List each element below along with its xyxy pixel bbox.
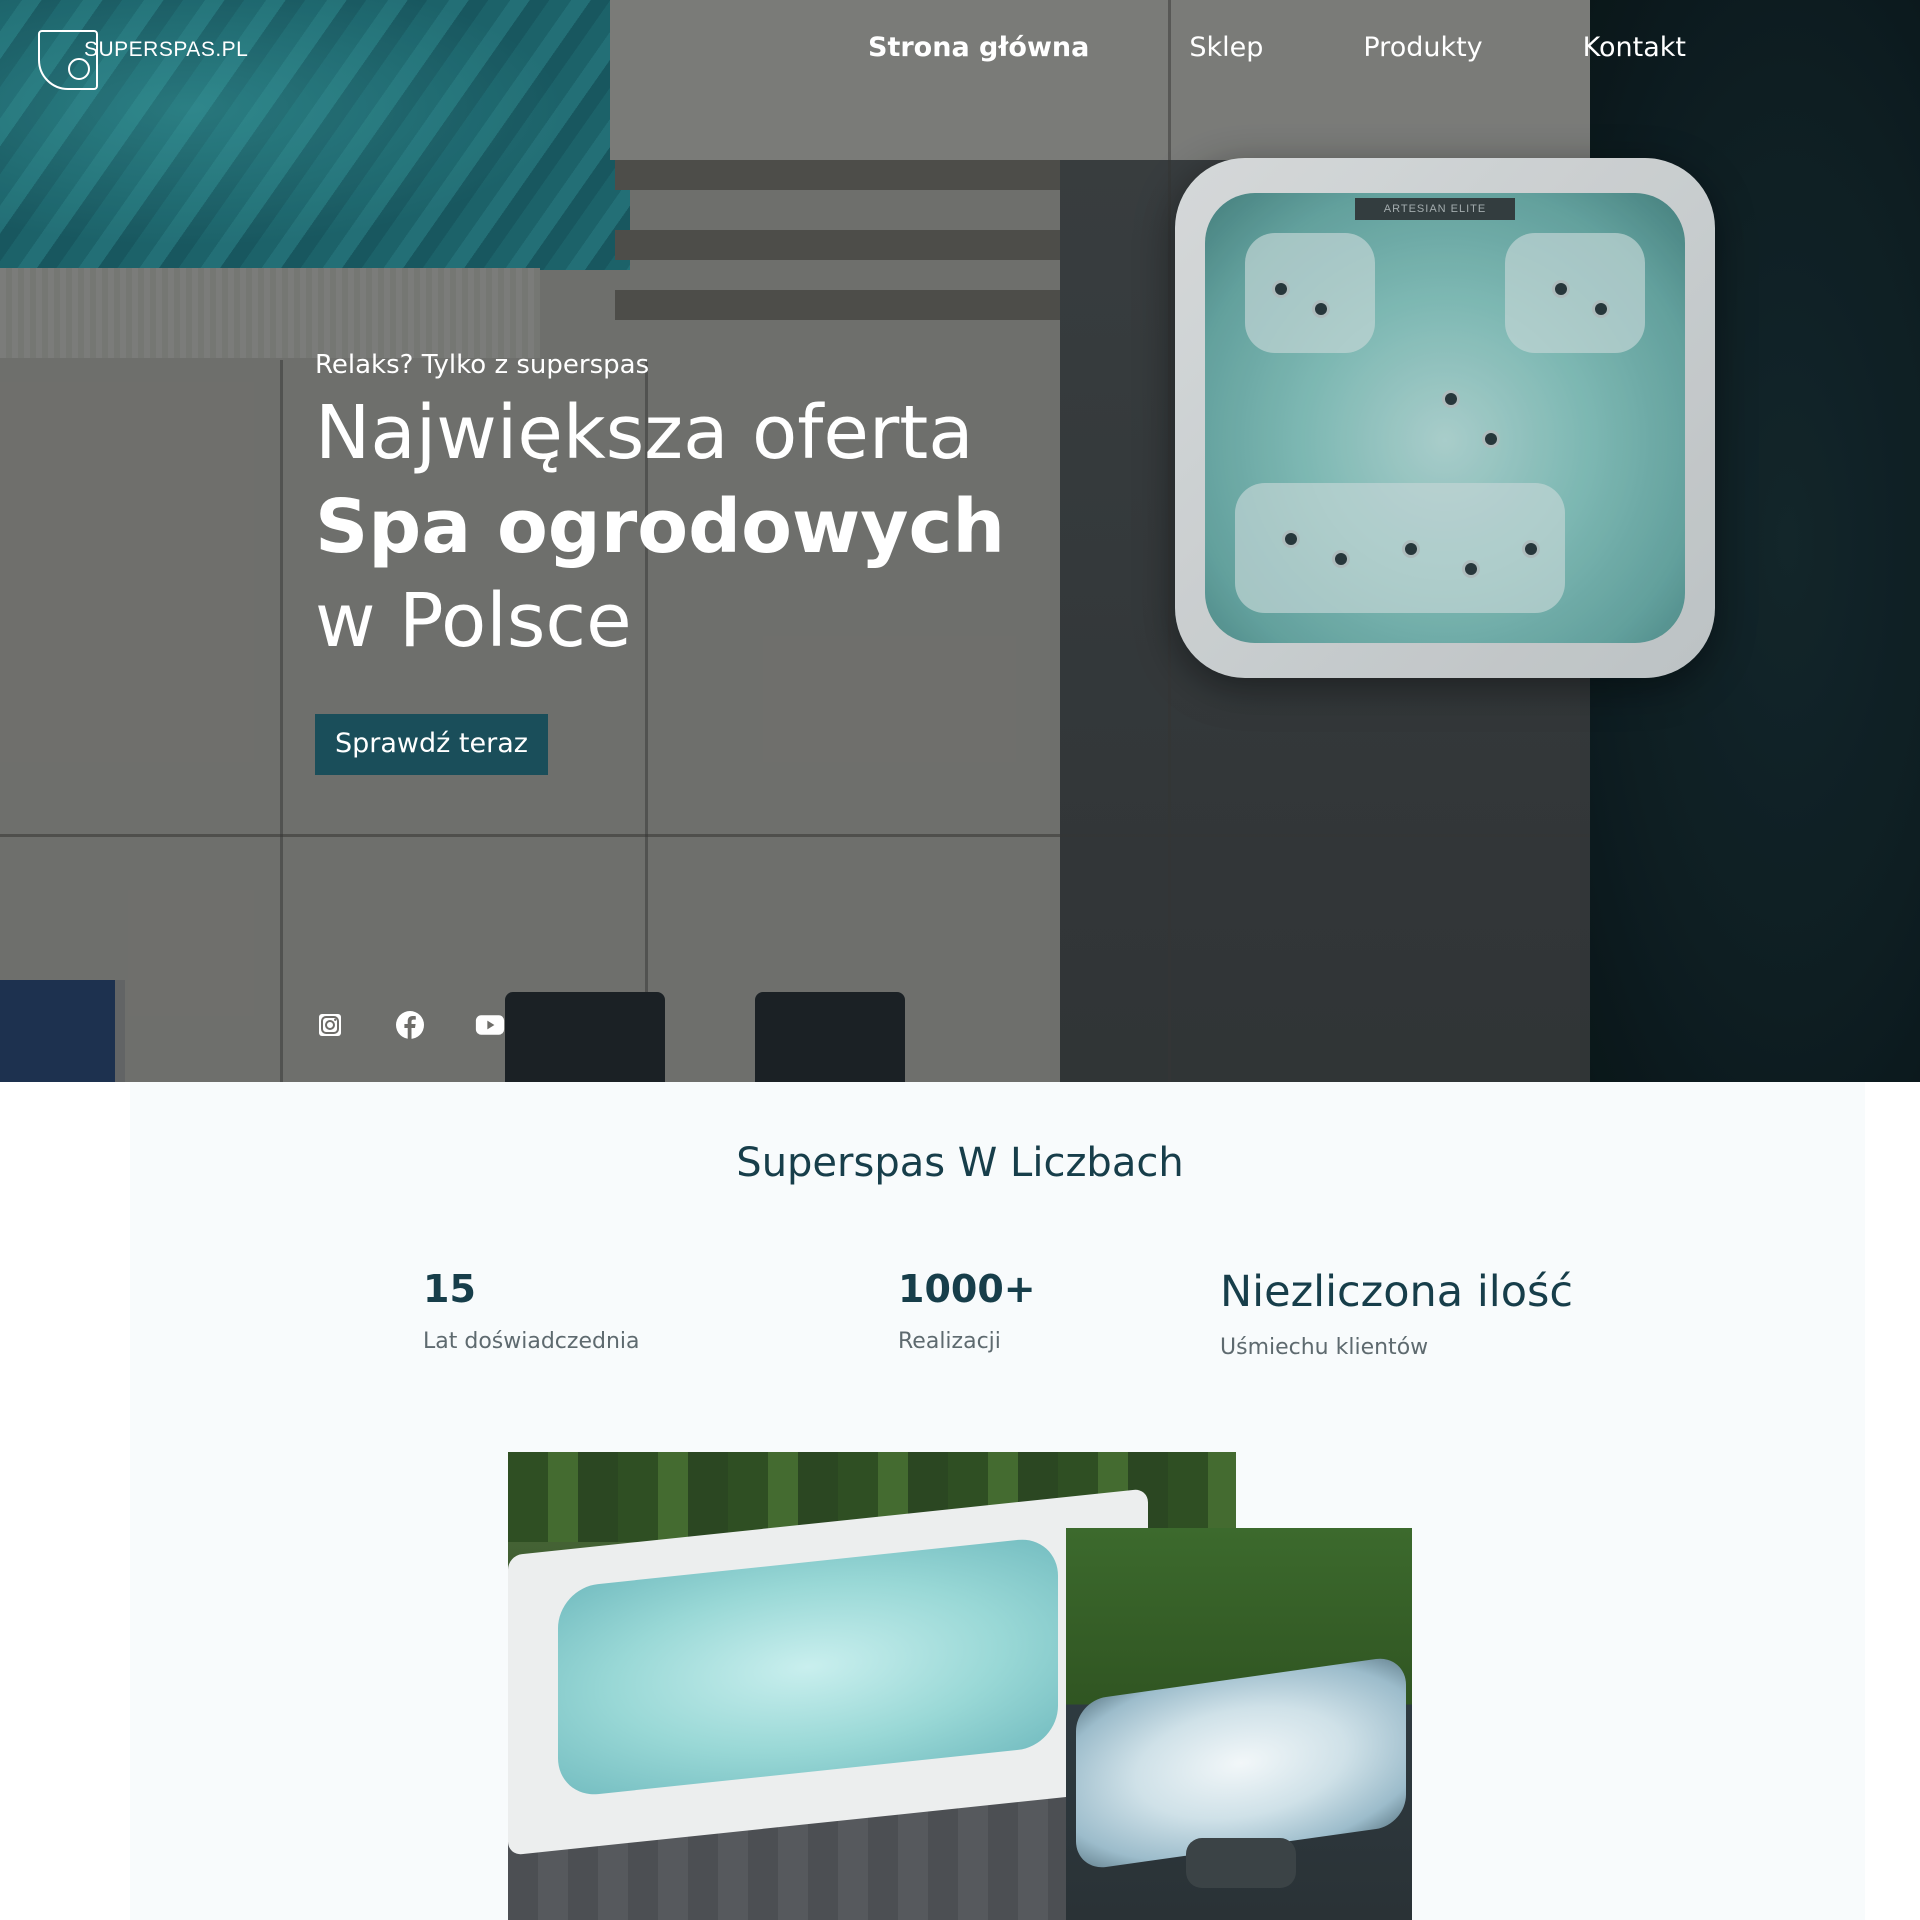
nav-item-shop[interactable]: Sklep [1189,32,1263,63]
site-logo[interactable]: SUPERSPAS.PL [38,30,248,92]
stat-label: Realizacji [898,1329,1001,1354]
nav-item-home[interactable]: Strona główna [868,32,1089,63]
facebook-icon[interactable] [395,1010,425,1040]
stats-section: Superspas W Liczbach 15 Lat doświadczedn… [130,1082,1865,1920]
instagram-icon[interactable] [315,1010,345,1040]
main-nav: Strona główna Sklep Produkty Kontakt [868,32,1686,63]
headline-line-1: Największa oferta [315,390,974,476]
nav-item-contact[interactable]: Kontakt [1583,32,1686,63]
stat-label: Uśmiechu klientów [1220,1335,1429,1360]
headline-line-2: Spa ogrodowych [315,484,1006,570]
headrest [1186,1838,1296,1888]
logo-text: SUPERSPAS.PL [84,38,249,61]
nav-item-products[interactable]: Produkty [1363,32,1482,63]
stat-item-smiles: Niezliczona ilość Uśmiechu klientów [1220,1267,1573,1360]
stat-value: 1000+ [898,1267,1036,1311]
logo-icon [38,30,98,90]
hero-section: ARTESIAN ELITE SUPERSPAS.PL Strona główn… [0,0,1920,1082]
stat-value: 15 [423,1267,476,1311]
hero-eyebrow: Relaks? Tylko z superspas [315,350,650,380]
stats-title: Superspas W Liczbach [736,1140,1184,1186]
check-now-button[interactable]: Sprawdź teraz [315,714,548,775]
stat-label: Lat doświadczednia [423,1329,640,1354]
hero-text: Relaks? Tylko z superspas Największa ofe… [315,350,1005,775]
hot-tub-bubbles-photo [1066,1528,1412,1920]
stat-value: Niezliczona ilość [1220,1267,1574,1317]
stat-item-projects: 1000+ Realizacji [898,1267,1036,1354]
headline-line-3: w Polsce [315,578,632,664]
hero-headline: Największa oferta Spa ogrodowych w Polsc… [315,386,1005,668]
social-links [315,1010,555,1040]
youtube-icon[interactable] [475,1010,505,1040]
stat-item-experience: 15 Lat doświadczednia [423,1267,639,1354]
